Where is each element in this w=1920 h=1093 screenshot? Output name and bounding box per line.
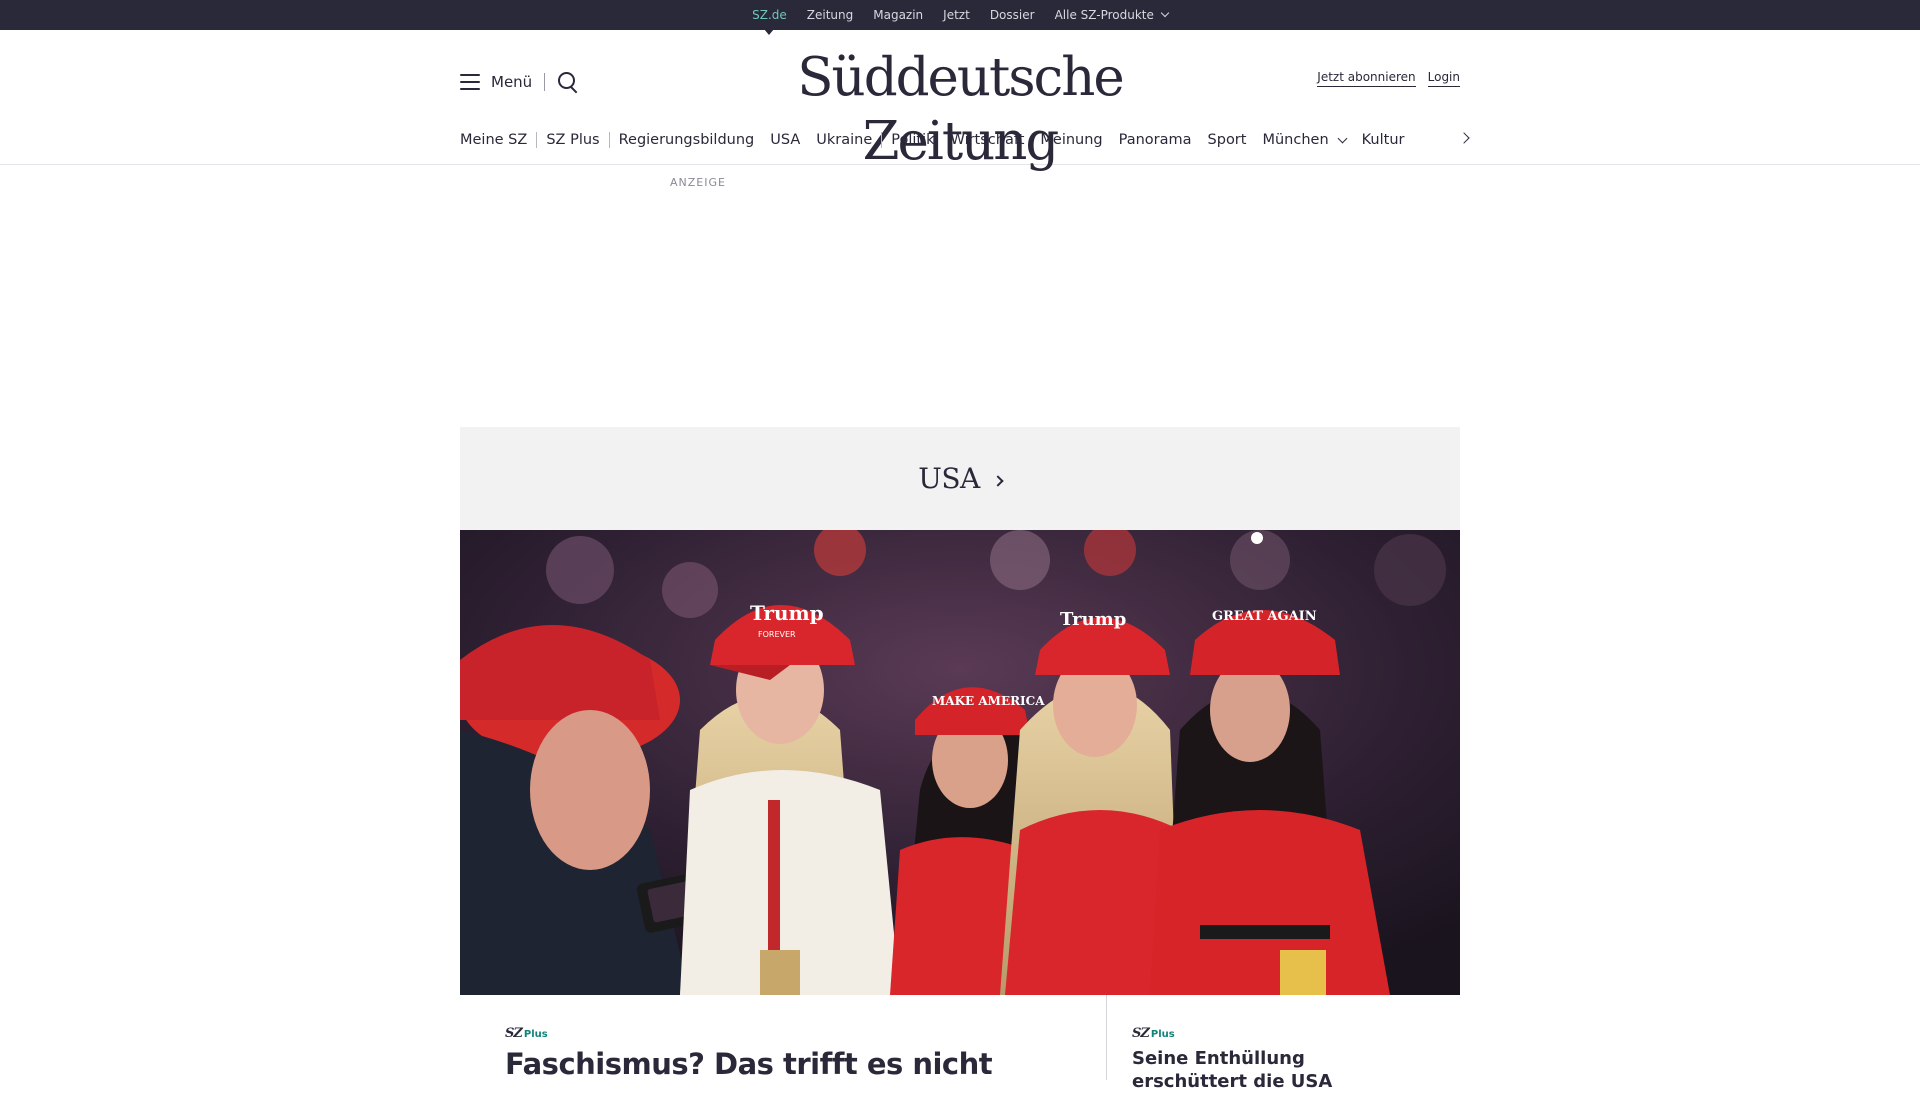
cap-text-trump-2: Trump xyxy=(1060,609,1126,630)
nav-divider xyxy=(536,132,538,148)
subscribe-link[interactable]: Jetzt abonnieren xyxy=(1317,70,1416,87)
section-title: USA xyxy=(918,462,980,495)
cap-text-make-america: MAKE AMERICA xyxy=(932,694,1045,708)
divider xyxy=(544,73,546,91)
nav-item-ukraine[interactable]: Ukraine xyxy=(816,132,872,148)
section-nav: Meine SZ SZ Plus Regierungsbildung USA U… xyxy=(460,129,1470,151)
product-bar: SZ.de Zeitung Magazin Jetzt Dossier Alle… xyxy=(0,0,1920,35)
teaser-headline[interactable]: Faschismus? Das trifft es nicht xyxy=(505,1047,1081,1081)
nav-item-panorama[interactable]: Panorama xyxy=(1119,132,1192,148)
hero-image[interactable]: Trump FOREVER MAKE AMERICA GREAT AGAIN T… xyxy=(460,530,1460,995)
nav-item-kultur[interactable]: Kultur xyxy=(1362,132,1405,148)
teaser-card: SZ Plus Faschismus? Das trifft es nicht … xyxy=(480,995,1440,1092)
product-link-magazin[interactable]: Magazin xyxy=(873,0,923,30)
product-link-all-products[interactable]: Alle SZ-Produkte xyxy=(1054,0,1170,30)
sz-plus-badge-sz: SZ xyxy=(505,1026,523,1041)
hamburger-menu-icon[interactable] xyxy=(460,74,480,90)
chevron-right-icon[interactable] xyxy=(1458,132,1470,144)
menu-search-area: Menü xyxy=(460,70,579,94)
chevron-down-icon xyxy=(1160,8,1170,18)
sz-plus-badge-plus: Plus xyxy=(523,1029,548,1040)
sz-plus-badge-sz: SZ xyxy=(1132,1026,1150,1041)
nav-item-sport[interactable]: Sport xyxy=(1208,132,1247,148)
nav-item-meinung[interactable]: Meinung xyxy=(1040,132,1102,148)
account-links: Jetzt abonnieren Login xyxy=(1317,70,1460,87)
product-link-zeitung[interactable]: Zeitung xyxy=(807,0,853,30)
all-products-label: Alle SZ-Produkte xyxy=(1054,8,1154,22)
teaser-main[interactable]: SZ Plus Faschismus? Das trifft es nicht xyxy=(480,995,1107,1081)
nav-item-sz-plus[interactable]: SZ Plus xyxy=(546,132,599,148)
search-icon[interactable] xyxy=(557,71,579,93)
product-link-jetzt[interactable]: Jetzt xyxy=(943,0,970,30)
hero-illustration: Trump FOREVER MAKE AMERICA GREAT AGAIN T… xyxy=(460,530,1460,995)
chevron-down-icon xyxy=(1337,133,1348,143)
chevron-right-icon xyxy=(992,474,1004,487)
nav-item-wirtschaft[interactable]: Wirtschaft xyxy=(951,132,1025,148)
product-link-szde[interactable]: SZ.de xyxy=(752,0,787,35)
nav-item-usa[interactable]: USA xyxy=(770,132,800,148)
product-link-dossier[interactable]: Dossier xyxy=(990,0,1035,30)
cap-text-trump-1: Trump xyxy=(750,601,824,625)
nav-item-muenchen[interactable]: München xyxy=(1262,132,1348,148)
nav-divider xyxy=(881,132,883,148)
nav-item-regierungsbildung[interactable]: Regierungsbildung xyxy=(619,132,755,148)
teaser-side[interactable]: SZ Plus Seine Enthüllung erschüttert die… xyxy=(1107,995,1440,1092)
sz-plus-badge: SZ Plus xyxy=(1132,1026,1175,1041)
nav-item-muenchen-label: München xyxy=(1262,132,1329,148)
cap-text-great-again: GREAT AGAIN xyxy=(1212,609,1317,624)
sz-plus-badge-plus: Plus xyxy=(1150,1029,1175,1040)
ad-label: ANZEIGE xyxy=(670,176,726,189)
menu-button[interactable]: Menü xyxy=(491,73,532,91)
nav-item-meine-sz[interactable]: Meine SZ xyxy=(460,132,527,148)
nav-divider xyxy=(608,132,610,148)
login-link[interactable]: Login xyxy=(1427,70,1460,87)
teaser-headline-side[interactable]: Seine Enthüllung erschüttert die USA xyxy=(1132,1047,1415,1093)
cap-text-forever: FOREVER xyxy=(758,630,796,639)
site-logo[interactable]: Süddeutsche Zeitung xyxy=(710,46,1210,174)
section-banner-usa[interactable]: USA xyxy=(460,427,1460,530)
site-header: Menü Süddeutsche Zeitung Jetzt abonniere… xyxy=(0,30,1920,172)
sz-plus-badge: SZ Plus xyxy=(505,1026,548,1041)
nav-item-politik[interactable]: Politik xyxy=(891,132,934,148)
